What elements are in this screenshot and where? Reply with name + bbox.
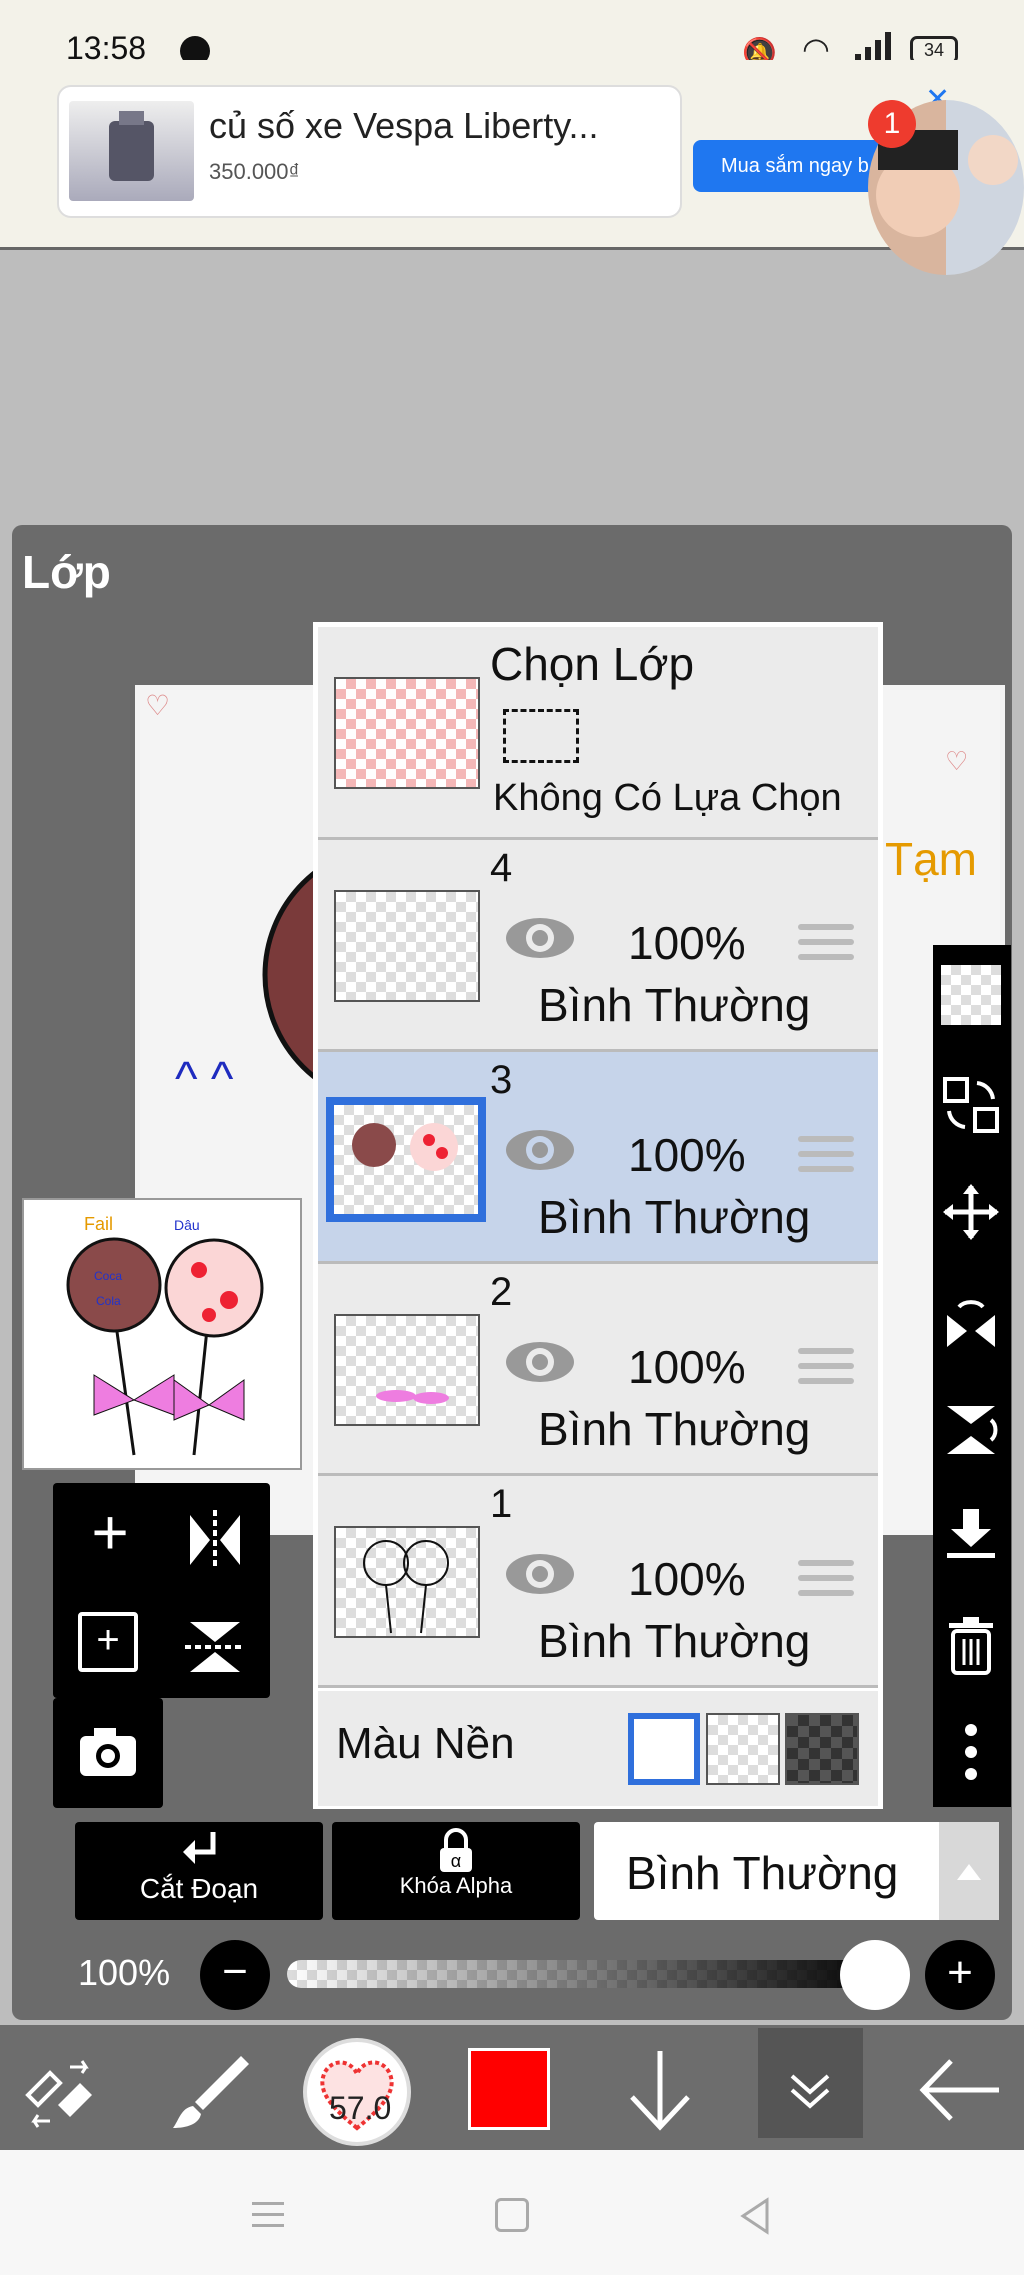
flip-layer-vertical-icon[interactable] (933, 1390, 1009, 1470)
layer-opacity: 100% (628, 917, 746, 969)
layer-thumbnail (326, 1097, 486, 1222)
visibility-eye-icon[interactable] (504, 910, 576, 966)
flip-layer-horizontal-icon[interactable] (933, 1285, 1009, 1365)
badge-count: 1 (883, 107, 901, 140)
add-layer-button[interactable]: + (75, 1500, 145, 1570)
drag-handle-icon[interactable] (798, 1348, 854, 1388)
more-options-icon[interactable] (933, 1712, 1009, 1792)
blend-mode-toggle[interactable] (939, 1822, 999, 1920)
merge-down-icon[interactable] (933, 1495, 1009, 1575)
blend-mode-value: Bình Thường (626, 1847, 899, 1899)
canvas-thumbnail[interactable]: Coca Cola Fail Dâu (22, 1198, 302, 1470)
flip-vertical-icon[interactable] (180, 1612, 250, 1682)
thumb-text-cola: Cola (96, 1294, 121, 1308)
brush-size-indicator[interactable]: 57.0 (303, 2038, 411, 2146)
visibility-eye-icon[interactable] (504, 1122, 576, 1178)
brush-size-value: 57.0 (329, 2090, 392, 2126)
opacity-value: 100% (78, 1952, 171, 1993)
opacity-slider-track[interactable] (287, 1960, 887, 1988)
layer-thumbnail (334, 1314, 480, 1426)
layer-row-1[interactable]: 1 100% Bình Thường (318, 1476, 878, 1688)
svg-text:♡: ♡ (145, 690, 170, 721)
transparency-icon[interactable] (933, 955, 1009, 1035)
layer-opacity: 100% (628, 1341, 746, 1393)
blend-mode-select[interactable]: Bình Thường (594, 1822, 999, 1920)
color-swatch[interactable] (468, 2048, 550, 2130)
panel-title: Lớp (22, 546, 111, 598)
selection-title: Chọn Lớp (490, 638, 695, 690)
arrow-down-icon[interactable] (620, 2045, 700, 2135)
svg-text:α: α (451, 1851, 461, 1871)
svg-text:^ ^: ^ ^ (175, 1053, 234, 1106)
clipping-button[interactable]: Cắt Đoạn (75, 1822, 323, 1920)
thumb-text-coca: Coca (94, 1269, 122, 1283)
ad-cta-label: Mua sắm ngay b (721, 155, 869, 177)
brush-tool-icon[interactable] (165, 2050, 255, 2135)
layer-number: 4 (490, 846, 513, 890)
opacity-minus-button[interactable]: − (200, 1940, 270, 2010)
flip-horizontal-icon[interactable] (180, 1505, 250, 1575)
alpha-lock-label: Khóa Alpha (399, 1873, 513, 1898)
layer-blend-mode: Bình Thường (538, 1615, 811, 1667)
opacity-plus-button[interactable]: + (925, 1940, 995, 2010)
selection-subtitle: Không Có Lựa Chọn (493, 777, 842, 819)
svg-text:♡: ♡ (945, 746, 968, 776)
layer-number: 3 (490, 1058, 513, 1102)
notification-badge: 1 (868, 100, 916, 148)
ad-title: củ số xe Vespa Liberty... (209, 105, 599, 146)
layer-blend-mode: Bình Thường (538, 979, 811, 1031)
background-transparent-option[interactable] (706, 1713, 780, 1785)
collapse-panel-button[interactable] (758, 2028, 863, 2138)
svg-text:Tạm: Tạm (885, 833, 977, 885)
recent-apps-icon[interactable] (248, 2198, 288, 2232)
back-arrow-icon[interactable] (915, 2045, 1005, 2135)
camera-icon[interactable] (76, 1722, 140, 1782)
thumb-text-fail: Fail (84, 1214, 113, 1234)
tool-swap-icon[interactable] (20, 2055, 100, 2130)
selection-thumbnail (334, 677, 480, 789)
layer-number: 2 (490, 1270, 513, 1314)
layer-row-2[interactable]: 2 100% Bình Thường (318, 1264, 878, 1476)
layer-thumbnail (334, 1526, 480, 1638)
layer-opacity: 100% (628, 1129, 746, 1181)
layer-number: 1 (490, 1482, 513, 1526)
ad-cta-button[interactable]: Mua sắm ngay b (693, 140, 893, 192)
battery-level: 34 (923, 40, 945, 60)
duplicate-layer-button[interactable]: + (78, 1612, 138, 1672)
background-white-option[interactable] (628, 1713, 700, 1785)
layer-thumbnail (334, 890, 480, 1002)
visibility-eye-icon[interactable] (504, 1334, 576, 1390)
ad-product-image (69, 101, 194, 201)
alpha-lock-button[interactable]: α Khóa Alpha (332, 1822, 580, 1920)
background-color-row: Màu Nền (318, 1691, 878, 1806)
back-icon[interactable] (735, 2196, 775, 2236)
layer-transfer-icon[interactable] (933, 1065, 1009, 1145)
opacity-slider-thumb[interactable] (840, 1940, 910, 2010)
home-icon[interactable] (495, 2198, 529, 2232)
background-label: Màu Nền (336, 1719, 515, 1768)
ad-card[interactable]: củ số xe Vespa Liberty... 350.000₫ (57, 85, 682, 218)
thumb-text-dau: Dâu (174, 1217, 200, 1233)
visibility-eye-icon[interactable] (504, 1546, 576, 1602)
selection-layer-row[interactable]: Chọn Lớp Không Có Lựa Chọn (318, 627, 878, 840)
move-icon[interactable] (933, 1172, 1009, 1252)
layer-row-3[interactable]: 3 100% Bình Thường (318, 1052, 878, 1264)
clipping-label: Cắt Đoạn (139, 1873, 259, 1904)
drag-handle-icon[interactable] (798, 1560, 854, 1600)
layer-opacity: 100% (628, 1553, 746, 1605)
drag-handle-icon[interactable] (798, 1136, 854, 1176)
delete-layer-icon[interactable] (933, 1605, 1009, 1685)
selection-marquee-icon (503, 709, 579, 763)
layer-blend-mode: Bình Thường (538, 1191, 811, 1243)
ad-price: 350.000₫ (209, 159, 300, 184)
background-dark-option[interactable] (785, 1713, 859, 1785)
layer-blend-mode: Bình Thường (538, 1403, 811, 1455)
drag-handle-icon[interactable] (798, 924, 854, 964)
layer-row-4[interactable]: 4 100% Bình Thường (318, 840, 878, 1052)
